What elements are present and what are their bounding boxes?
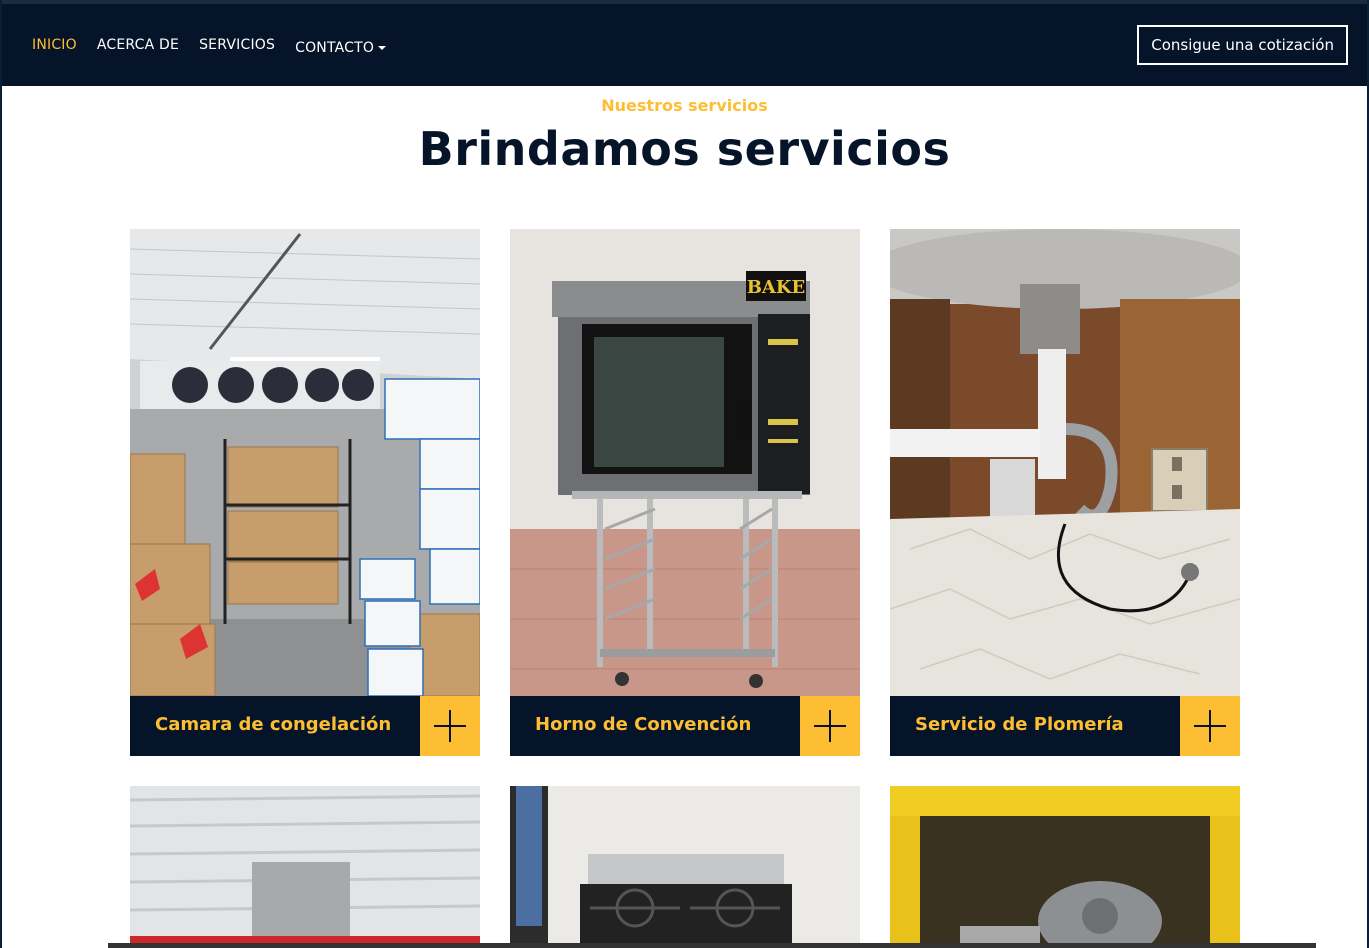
service-title: Horno de Convención — [535, 714, 752, 735]
service-label-bar: Camara de congelación — [130, 696, 420, 756]
service-title: Camara de congelación — [155, 714, 392, 735]
plus-icon[interactable] — [800, 696, 860, 756]
service-card — [890, 786, 1240, 948]
service-title: Servicio de Plomería — [915, 714, 1124, 735]
plus-icon[interactable] — [1180, 696, 1240, 756]
refrigerated-display-photo — [130, 786, 480, 948]
nav-link-contacto[interactable]: CONTACTO — [295, 40, 374, 56]
service-label-bar: Horno de Convención — [510, 696, 800, 756]
convection-oven-photo: BAKE — [510, 229, 860, 696]
nav-contacto-dropdown[interactable]: CONTACTO — [295, 37, 387, 56]
horizontal-scrollbar[interactable] — [108, 943, 1316, 948]
section-title: Brindamos servicios — [418, 122, 951, 176]
section-subtitle: Nuestros servicios — [601, 96, 768, 115]
gas-regulator-photo — [890, 786, 1240, 948]
service-card: Camara de congelación — [130, 229, 480, 756]
service-card — [510, 786, 860, 948]
service-card — [130, 786, 480, 948]
oven-badge-text: BAKE — [747, 277, 806, 298]
service-card: Servicio de Plomería — [890, 229, 1240, 756]
cold-storage-room-photo — [130, 229, 480, 696]
caret-down-icon — [378, 45, 387, 50]
nav-link-inicio[interactable]: INICIO — [32, 37, 77, 56]
nav-link-acerca-de[interactable]: ACERCA DE — [97, 37, 179, 56]
service-label-bar: Servicio de Plomería — [890, 696, 1180, 756]
sink-plumbing-photo — [890, 229, 1240, 696]
nav-links: INICIO ACERCA DE SERVICIOS CONTACTO — [32, 37, 387, 56]
navbar: INICIO ACERCA DE SERVICIOS CONTACTO Cons… — [2, 0, 1367, 86]
service-card: BAKE Horno de Convención — [510, 229, 860, 756]
plus-icon[interactable] — [420, 696, 480, 756]
gas-stove-photo — [510, 786, 860, 948]
quote-button[interactable]: Consigue una cotización — [1137, 25, 1348, 65]
nav-link-servicios[interactable]: SERVICIOS — [199, 37, 275, 56]
